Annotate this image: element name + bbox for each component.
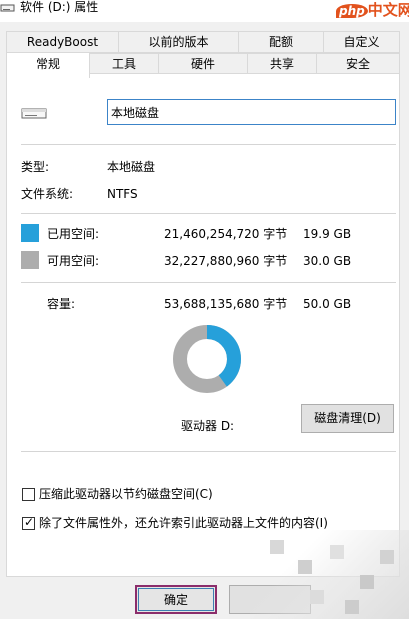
capacity-bytes: 53,688,135,680 字节 xyxy=(164,297,288,311)
free-space-bytes: 32,227,880,960 字节 xyxy=(164,254,288,268)
capacity-size: 50.0 GB xyxy=(303,297,352,311)
tab-general[interactable]: 常规 xyxy=(6,52,90,78)
blur-overlay xyxy=(250,530,409,619)
tab-quota[interactable]: 配额 xyxy=(238,31,324,53)
index-checkbox[interactable]: ✓ xyxy=(22,515,35,530)
used-space-label: 已用空间: xyxy=(47,227,100,241)
filesystem-label: 文件系统: xyxy=(21,187,74,201)
disk-cleanup-button[interactable]: 磁盘清理(D) xyxy=(301,404,394,433)
tab-hardware[interactable]: 硬件 xyxy=(158,53,248,75)
used-space-swatch xyxy=(21,224,39,242)
drive-letter-label: 驱动器 D: xyxy=(181,419,235,433)
free-space-label: 可用空间: xyxy=(47,254,100,268)
capacity-label: 容量: xyxy=(47,297,76,311)
free-space-swatch xyxy=(21,251,39,269)
divider xyxy=(21,144,396,145)
tab-customize[interactable]: 自定义 xyxy=(323,31,400,53)
usage-donut-chart xyxy=(173,325,241,393)
tab-sharing[interactable]: 共享 xyxy=(247,53,317,75)
watermark-logo: php 中文网 xyxy=(332,0,409,22)
tab-previous-versions[interactable]: 以前的版本 xyxy=(118,31,239,53)
divider xyxy=(21,451,396,452)
drive-large-icon xyxy=(21,105,49,124)
free-space-size: 30.0 GB xyxy=(303,254,352,268)
compress-label: 压缩此驱动器以节约磁盘空间(C) xyxy=(39,487,213,501)
tab-tools[interactable]: 工具 xyxy=(89,53,159,75)
drive-name-input[interactable] xyxy=(107,99,396,125)
general-panel: 类型: 本地磁盘 文件系统: NTFS 已用空间: 21,460,254,720… xyxy=(6,73,400,577)
window-title: 软件 (D:) 属性 xyxy=(20,0,99,14)
type-value: 本地磁盘 xyxy=(107,160,156,174)
compress-checkbox[interactable] xyxy=(22,488,35,501)
tab-security[interactable]: 安全 xyxy=(316,53,400,75)
used-space-size: 19.9 GB xyxy=(303,227,352,241)
title-bar: 软件 (D:) 属性 php 中文网 xyxy=(0,0,409,22)
drive-icon xyxy=(0,2,16,14)
divider xyxy=(21,282,396,283)
filesystem-value: NTFS xyxy=(107,187,138,201)
type-label: 类型: xyxy=(21,160,50,174)
index-label: 除了文件属性外，还允许索引此驱动器上文件的内容(I) xyxy=(39,516,328,530)
divider xyxy=(21,213,396,214)
tab-readyboost[interactable]: ReadyBoost xyxy=(6,31,119,53)
used-space-bytes: 21,460,254,720 字节 xyxy=(164,227,288,241)
ok-button[interactable]: 确定 xyxy=(135,585,217,614)
